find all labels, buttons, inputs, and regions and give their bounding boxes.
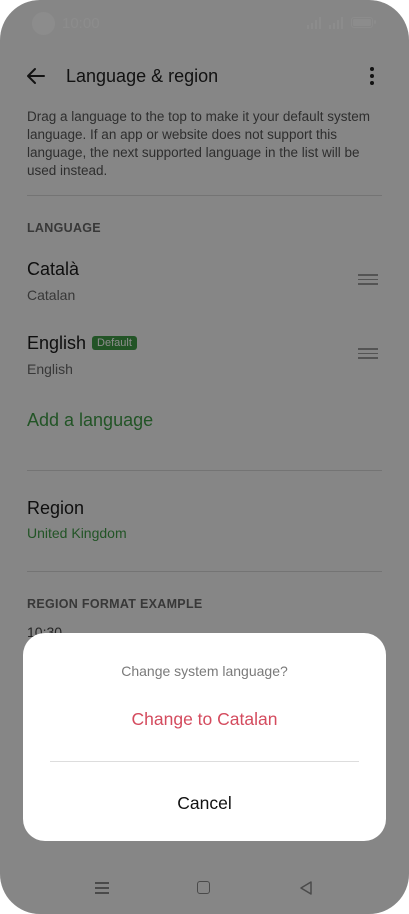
change-language-dialog: Change system language? Change to Catala… [23,633,386,841]
phone-frame: 10:00 Language & region Drag a language … [0,0,409,914]
dialog-divider [50,761,359,762]
cancel-button[interactable]: Cancel [23,793,386,814]
dialog-title: Change system language? [121,663,288,679]
change-to-catalan-button[interactable]: Change to Catalan [23,709,386,730]
